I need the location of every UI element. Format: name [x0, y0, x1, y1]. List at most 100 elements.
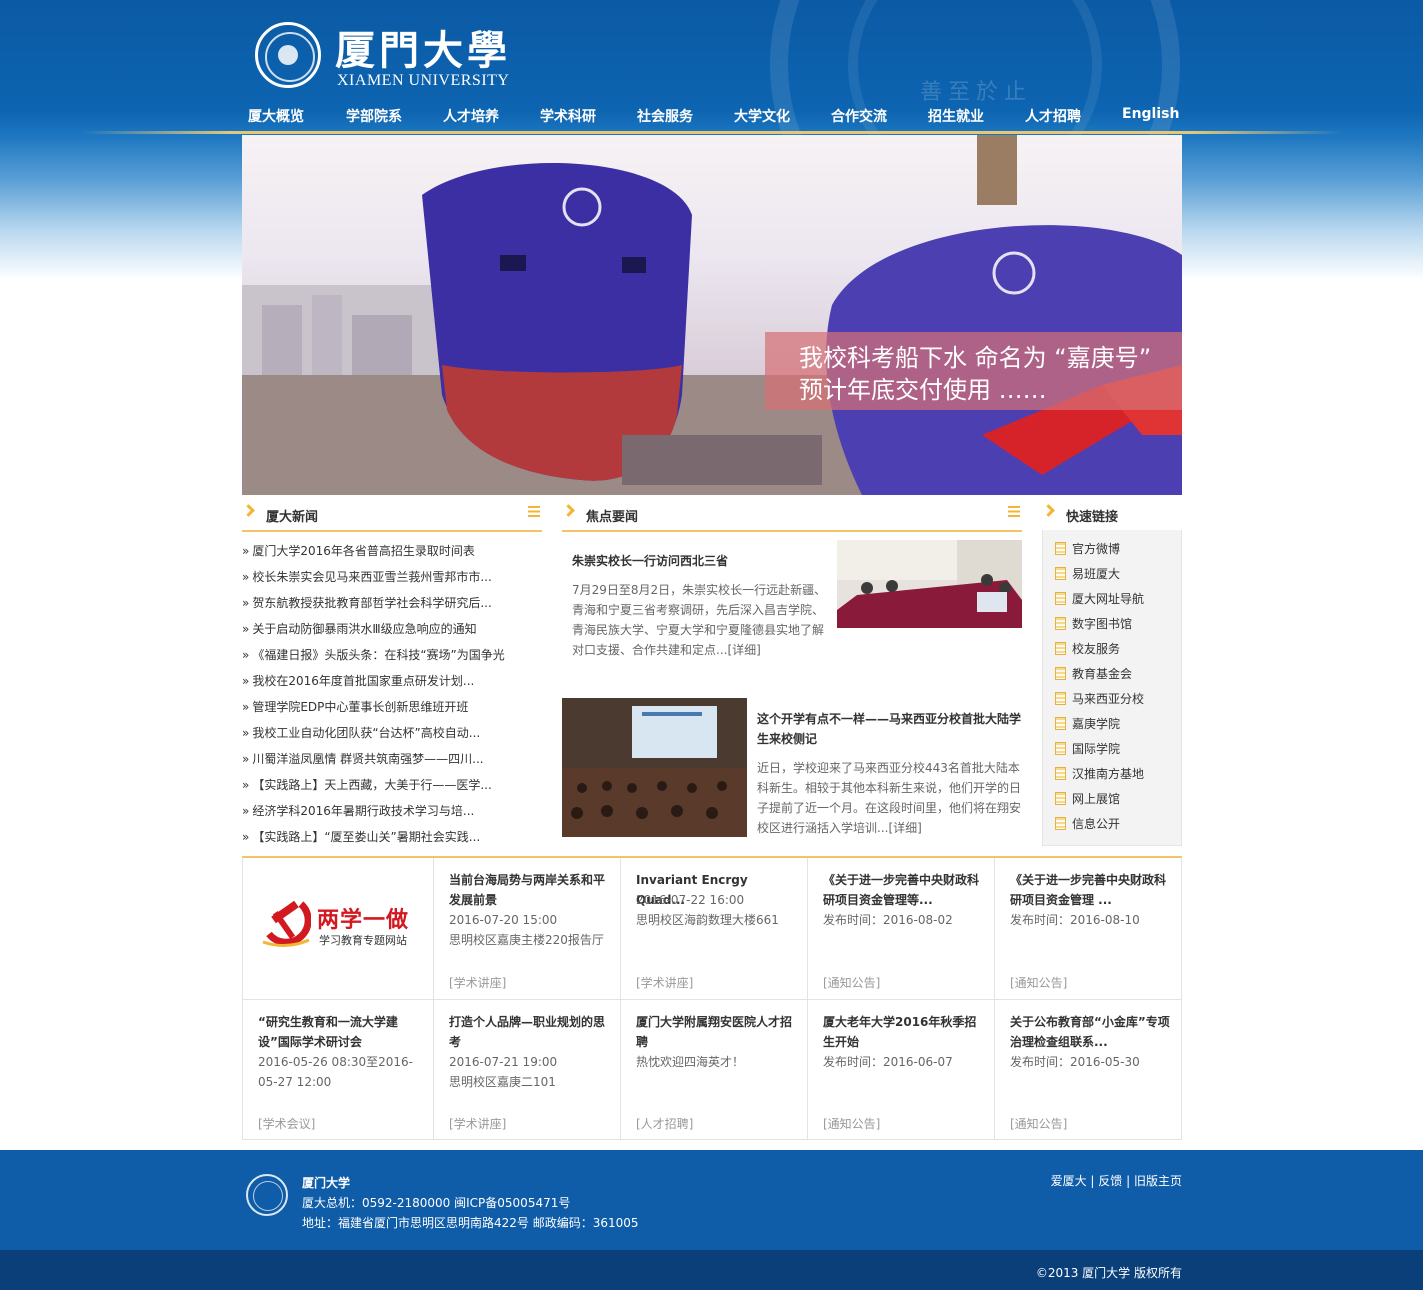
banner-caption[interactable]: 我校科考船下水 命名为 “嘉庚号” 预计年底交付使用 …… — [765, 332, 1182, 410]
event-card[interactable]: 关于公布教育部“小金库”专项治理检查组联系... 发布时间：2016-05-30… — [995, 999, 1181, 1140]
footer-link-old-homepage[interactable]: 旧版主页 — [1134, 1174, 1182, 1188]
event-category-tag[interactable]: [通知公告] — [823, 974, 880, 991]
footer-links: 爱厦大 | 反馈 | 旧版主页 — [1051, 1172, 1182, 1189]
hero-banner[interactable]: 我校科考船下水 命名为 “嘉庚号” 预计年底交付使用 …… — [242, 135, 1182, 495]
nav-item-english[interactable]: English — [1122, 106, 1179, 122]
event-category-tag[interactable]: [通知公告] — [1010, 974, 1067, 991]
event-category-tag[interactable]: [通知公告] — [1010, 1115, 1067, 1132]
news-item[interactable]: » 我校工业自动化团队获“台达杯”高校自动... — [242, 724, 480, 744]
footer-link-love-xmu[interactable]: 爱厦大 — [1051, 1174, 1087, 1188]
detail-link[interactable]: [详细] — [727, 643, 760, 657]
news-item[interactable]: » 贺东航教授获批教育部哲学社会科学研究后... — [242, 594, 492, 614]
event-card[interactable]: 打造个人品牌—职业规划的思考 2016-07-21 19:00 思明校区嘉庚二1… — [434, 999, 621, 1140]
focus-story1-summary: 7月29日至8月2日，朱崇实校长一行远赴新疆、青海和宁夏三省考察调研，先后深入昌… — [572, 583, 827, 657]
quick-links-panel: 官方微博 易班厦大 厦大网址导航 数字图书馆 校友服务 教育基金会 马来西亚分校… — [1042, 530, 1182, 846]
quick-link-item[interactable]: 嘉庚学院 — [1055, 715, 1120, 735]
footer-link-feedback[interactable]: 反馈 — [1098, 1174, 1122, 1188]
logo-english-name: XIAMEN UNIVERSITY — [337, 72, 510, 89]
nav-item-admissions[interactable]: 招生就业 — [928, 106, 984, 126]
nav-item-overview[interactable]: 厦大概览 — [248, 106, 304, 126]
quick-link-item[interactable]: 国际学院 — [1055, 740, 1120, 760]
quick-link-item[interactable]: 易班厦大 — [1055, 565, 1120, 585]
news-item[interactable]: » 校长朱崇实会见马来西亚雪兰莪州雪邦市市... — [242, 568, 492, 588]
quick-link-item[interactable]: 信息公开 — [1055, 815, 1120, 835]
quick-link-item[interactable]: 厦大网址导航 — [1055, 590, 1144, 610]
meeting-photo-illustration — [837, 540, 1022, 628]
event-time: 2016-07-20 15:00 — [449, 913, 558, 927]
nav-item-recruitment[interactable]: 人才招聘 — [1025, 106, 1081, 126]
events-grid: 两学一做 学习教育专题网站 当前台海局势与两岸关系和平发展前景 2016-07-… — [242, 856, 1182, 1140]
event-category-tag[interactable]: [学术会议] — [258, 1115, 315, 1132]
focus-story2-summary: 近日，学校迎来了马来西亚分校443名首批大陆本科新生。相较于其他本科新生来说，他… — [757, 761, 1022, 835]
nav-item-culture[interactable]: 大学文化 — [734, 106, 790, 126]
event-card[interactable]: “研究生教育和一流大学建设”国际学术研讨会 2016-05-26 08:30至2… — [243, 999, 434, 1140]
footer-link-separator: | — [1126, 1174, 1134, 1188]
footer-address: 地址：福建省厦门市思明区思明南路422号 邮政编码：361005 — [302, 1216, 639, 1230]
quick-link-item[interactable]: 网上展馆 — [1055, 790, 1120, 810]
party-study-banner[interactable]: 两学一做 学习教育专题网站 — [261, 894, 421, 954]
university-logo[interactable]: 厦門大學 XIAMEN UNIVERSITY — [255, 20, 515, 92]
event-category-tag[interactable]: [人才招聘] — [636, 1115, 693, 1132]
event-title: 厦门大学附属翔安医院人才招聘 — [636, 1015, 793, 1049]
quick-link-item[interactable]: 数字图书馆 — [1055, 615, 1132, 635]
event-date: 发布时间：2016-06-07 — [823, 1055, 953, 1069]
event-card[interactable]: 厦大老年大学2016年秋季招生开始 发布时间：2016-06-07 [通知公告] — [808, 999, 995, 1140]
news-item[interactable]: » 关于启动防御暴雨洪水Ⅲ级应急响应的通知 — [242, 620, 477, 640]
event-location: 思明校区嘉庚二101 — [449, 1075, 556, 1089]
detail-link[interactable]: [详细] — [888, 821, 921, 835]
quick-link-item[interactable]: 官方微博 — [1055, 540, 1120, 560]
quick-link-item[interactable]: 校友服务 — [1055, 640, 1120, 660]
nav-item-service[interactable]: 社会服务 — [637, 106, 693, 126]
document-icon — [1055, 692, 1066, 705]
quick-link-item[interactable]: 马来西亚分校 — [1055, 690, 1144, 710]
university-seal-icon — [255, 22, 321, 88]
footer-university-name: 厦门大学 — [302, 1176, 351, 1190]
document-icon — [1055, 667, 1066, 680]
banner-ships-illustration — [242, 135, 1182, 495]
focus-story2-title[interactable]: 这个开学有点不一样——马来西亚分校首批大陆学生来校侧记 — [757, 709, 1027, 749]
chevron-right-icon — [242, 504, 255, 517]
document-icon — [1055, 617, 1066, 630]
news-item[interactable]: » 川蜀洋溢凤凰情 群贤共筑南强梦——四川... — [242, 750, 484, 770]
nav-divider — [80, 131, 1343, 134]
news-item[interactable]: » 【实践路上】“厦至娄山关”暑期社会实践... — [242, 828, 480, 848]
quick-links-title: 快速链接 — [1066, 510, 1119, 525]
event-card[interactable]: 《关于进一步完善中央财政科研项目资金管理 ... 发布时间：2016-08-10… — [995, 858, 1181, 999]
event-time: 2016-07-21 19:00 — [449, 1055, 558, 1069]
event-category-tag[interactable]: [通知公告] — [823, 1115, 880, 1132]
hammer-sickle-icon — [262, 900, 311, 947]
event-card[interactable]: 《关于进一步完善中央财政科研项目资金管理等... 发布时间：2016-08-02… — [808, 858, 995, 999]
list-icon[interactable] — [1008, 506, 1020, 517]
nav-item-research[interactable]: 学术科研 — [540, 106, 596, 126]
focus-story1-title[interactable]: 朱崇实校长一行访问西北三省 — [572, 551, 822, 571]
footer-phone: 厦大总机：0592-2180000 闽ICP备05005471号 — [302, 1196, 571, 1210]
news-item[interactable]: » 管理学院EDP中心董事长创新思维班开班 — [242, 698, 468, 718]
quick-link-item[interactable]: 教育基金会 — [1055, 665, 1132, 685]
news-item[interactable]: » 我校在2016年度首批国家重点研发计划... — [242, 672, 474, 692]
banner-caption-line1: 我校科考船下水 命名为 “嘉庚号” — [799, 344, 1152, 372]
news-section-header: 厦大新闻 — [242, 500, 542, 532]
focus-story1-photo[interactable] — [837, 540, 1022, 628]
news-item[interactable]: » 厦门大学2016年各省普高招生录取时间表 — [242, 542, 475, 562]
focus-story2-photo[interactable] — [562, 698, 747, 837]
lecture-hall-photo-illustration — [562, 698, 747, 837]
nav-item-cooperation[interactable]: 合作交流 — [831, 106, 887, 126]
event-category-tag[interactable]: [学术讲座] — [636, 974, 693, 991]
event-location: 思明校区海韵数理大楼661 — [636, 913, 779, 927]
document-icon — [1055, 817, 1066, 830]
event-category-tag[interactable]: [学术讲座] — [449, 974, 506, 991]
copyright-bar: ©2013 厦门大学 版权所有 — [0, 1250, 1423, 1290]
news-item[interactable]: » 《福建日报》头版头条：在科技“赛场”为国争光 — [242, 646, 505, 666]
party-banner-cell[interactable]: 两学一做 学习教育专题网站 — [243, 858, 434, 999]
news-item[interactable]: » 经济学科2016年暑期行政技术学习与培... — [242, 802, 474, 822]
event-card[interactable]: 当前台海局势与两岸关系和平发展前景 2016-07-20 15:00 思明校区嘉… — [434, 858, 621, 999]
nav-item-schools[interactable]: 学部院系 — [346, 106, 402, 126]
event-card[interactable]: 厦门大学附属翔安医院人才招聘 热忱欢迎四海英才！ [人才招聘] — [621, 999, 808, 1140]
event-category-tag[interactable]: [学术讲座] — [449, 1115, 506, 1132]
news-item[interactable]: » 【实践路上】天上西藏，大美于行——医学... — [242, 776, 492, 796]
quick-link-item[interactable]: 汉推南方基地 — [1055, 765, 1144, 785]
event-card[interactable]: Invariant Encrgy Quad... 2016-07-22 16:0… — [621, 858, 808, 999]
news-section-title: 厦大新闻 — [266, 510, 319, 525]
list-icon[interactable] — [528, 506, 540, 517]
nav-item-education[interactable]: 人才培养 — [443, 106, 499, 126]
